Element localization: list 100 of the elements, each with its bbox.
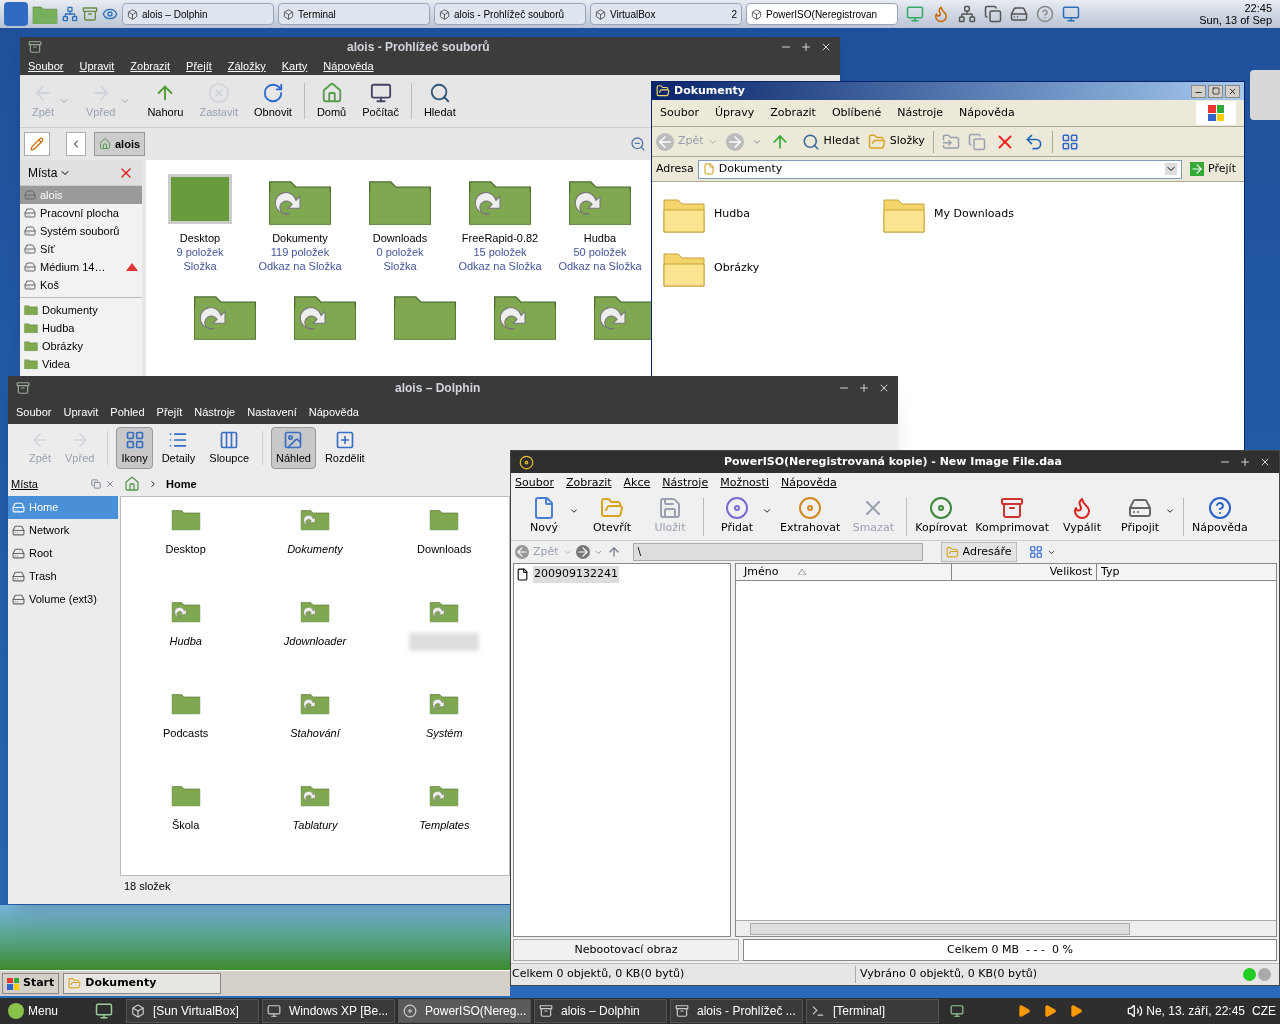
menu-item[interactable]: Přejít — [186, 57, 212, 75]
path-field[interactable]: \ — [632, 543, 923, 561]
detach-icon[interactable] — [91, 479, 101, 489]
file-name[interactable]: Škola — [171, 817, 200, 834]
file-name[interactable]: Downloads — [417, 541, 472, 558]
task-button[interactable]: PowerISO(Nereg... — [398, 999, 532, 1023]
menu-item[interactable]: Zobrazit — [130, 57, 171, 75]
toolbar-button[interactable]: Detaily — [156, 426, 201, 470]
go-button[interactable]: Přejít — [1186, 160, 1240, 178]
menu-item[interactable]: Přejít — [156, 403, 183, 421]
menu-item[interactable]: Karty — [281, 57, 308, 75]
column-header[interactable]: Typ — [1097, 564, 1276, 580]
breadcrumb-item[interactable]: Home — [166, 475, 197, 493]
place-item[interactable]: Volume (ext3) — [8, 588, 118, 611]
eject-icon[interactable] — [126, 263, 138, 271]
toolbar-button[interactable]: Ikony — [116, 426, 153, 470]
views-icon[interactable] — [1028, 545, 1043, 559]
menu-item[interactable]: Akce — [623, 474, 651, 492]
toolbar-button[interactable]: Náhled — [271, 426, 316, 470]
file-name[interactable]: Systém — [425, 725, 463, 742]
column-header[interactable]: Velikost — [952, 564, 1097, 580]
place-item[interactable]: Pracovní plocha — [20, 204, 142, 222]
place-item[interactable]: Dokumenty — [20, 301, 142, 319]
toolbar-button[interactable]: Rozdělit — [319, 426, 370, 470]
folder-name[interactable]: My Downloads — [934, 205, 1014, 223]
home-icon[interactable] — [124, 476, 140, 492]
task-button[interactable]: Dokumenty — [63, 973, 222, 994]
up-icon[interactable] — [606, 545, 621, 559]
menu-item[interactable]: Úpravy — [714, 104, 755, 122]
menu-item[interactable]: Upravit — [63, 403, 99, 421]
folder-name[interactable]: Obrázky — [714, 259, 760, 277]
place-item[interactable]: Trash — [8, 565, 118, 588]
menu-item[interactable]: Nápověda — [323, 57, 374, 75]
views-icon[interactable] — [1060, 132, 1079, 151]
toolbar-button[interactable]: Sloupce — [204, 426, 255, 470]
menu-item[interactable]: Nástroje — [194, 403, 236, 421]
place-item[interactable]: Koš — [20, 276, 142, 294]
menu-item[interactable]: Možnosti — [720, 474, 769, 492]
toolbar-button[interactable]: Domů — [312, 81, 351, 121]
play-icon[interactable] — [1069, 1004, 1084, 1018]
toolbar-button[interactable]: Komprimovat — [971, 496, 1053, 537]
toolbar-button[interactable]: Vypálit — [1053, 496, 1111, 537]
file-name[interactable]: Podcasts — [163, 725, 209, 742]
menu-item[interactable]: Záložky — [227, 57, 266, 75]
move-icon[interactable] — [941, 132, 960, 151]
desktop-icon[interactable] — [95, 1002, 114, 1020]
info-icon[interactable] — [1036, 5, 1054, 23]
file-name[interactable]: Templates — [419, 817, 470, 834]
horizontal-scrollbar[interactable] — [736, 920, 1276, 936]
minimize-button[interactable] — [1191, 84, 1206, 98]
menu-item[interactable]: Oblíbené — [831, 104, 882, 122]
toolbar-button[interactable]: Počítač — [358, 81, 403, 121]
place-item[interactable]: Network — [8, 519, 118, 542]
maximize-icon[interactable] — [1239, 456, 1251, 468]
toolbar-button[interactable]: Otevřít — [583, 496, 641, 537]
menu-item[interactable]: Soubor — [660, 104, 699, 122]
place-item[interactable]: Síť — [20, 240, 142, 258]
display-icon[interactable] — [1062, 5, 1080, 23]
zoom-out-icon[interactable] — [630, 136, 646, 152]
file-name[interactable]: Desktop — [165, 541, 206, 558]
toolbar-button[interactable]: Přidat — [708, 496, 776, 537]
file-name[interactable]: Jdownloader — [283, 633, 347, 650]
column-header[interactable]: Jméno — [736, 564, 952, 580]
menu-item[interactable]: Soubor — [28, 57, 64, 75]
breadcrumb-button[interactable]: alois — [94, 132, 146, 156]
network-icon[interactable] — [958, 5, 976, 23]
play-icon[interactable] — [1043, 1004, 1058, 1018]
edit-button[interactable] — [24, 132, 50, 156]
menu-item[interactable]: Nápověda — [780, 474, 837, 492]
toolbar-button[interactable]: Extrahovat — [776, 496, 845, 537]
file-name[interactable]: Desktop — [179, 231, 221, 245]
task-button[interactable]: VirtualBox 2 — [590, 3, 742, 25]
task-button[interactable]: alois - Prohlížeč souborů — [434, 3, 586, 25]
close-icon[interactable] — [878, 382, 890, 394]
toolbar-button[interactable]: Připojit — [1111, 496, 1179, 537]
file-name[interactable]: Tablatury — [292, 817, 338, 834]
keyboard-layout[interactable]: CZE — [1252, 1002, 1276, 1020]
toolbar-button[interactable]: Nový — [515, 496, 583, 537]
tree-item[interactable]: 200909132241 — [533, 566, 619, 583]
place-item[interactable]: Root — [8, 542, 118, 565]
eye-icon[interactable] — [102, 6, 118, 22]
menu-button[interactable]: Menu — [4, 1002, 63, 1020]
toolbar-button[interactable]: Nahoru — [143, 81, 188, 121]
file-name[interactable]: Hudba — [583, 230, 617, 245]
toolbar-button[interactable]: Hledat — [419, 81, 460, 121]
file-name[interactable]: Dokumenty — [287, 541, 343, 558]
menu-item[interactable]: Nástroje — [897, 104, 943, 122]
forward-icon[interactable] — [575, 545, 590, 559]
archive-icon[interactable] — [82, 6, 98, 22]
close-icon[interactable] — [820, 41, 832, 53]
task-button[interactable]: Windows XP [Be... — [262, 999, 396, 1023]
menu-item[interactable]: Zobrazit — [565, 474, 612, 492]
task-button[interactable]: alois – Dolphin — [122, 3, 274, 25]
toolbar-button[interactable]: Nápověda — [1188, 496, 1252, 537]
menu-item[interactable]: Nápověda — [308, 403, 359, 421]
menu-item[interactable]: Nastavení — [247, 403, 297, 421]
task-button[interactable]: [Terminal] — [806, 999, 940, 1023]
place-item[interactable]: Médium 14… — [20, 258, 142, 276]
directories-button[interactable]: Adresáře — [940, 542, 1017, 562]
start-button[interactable]: Start — [2, 973, 60, 994]
